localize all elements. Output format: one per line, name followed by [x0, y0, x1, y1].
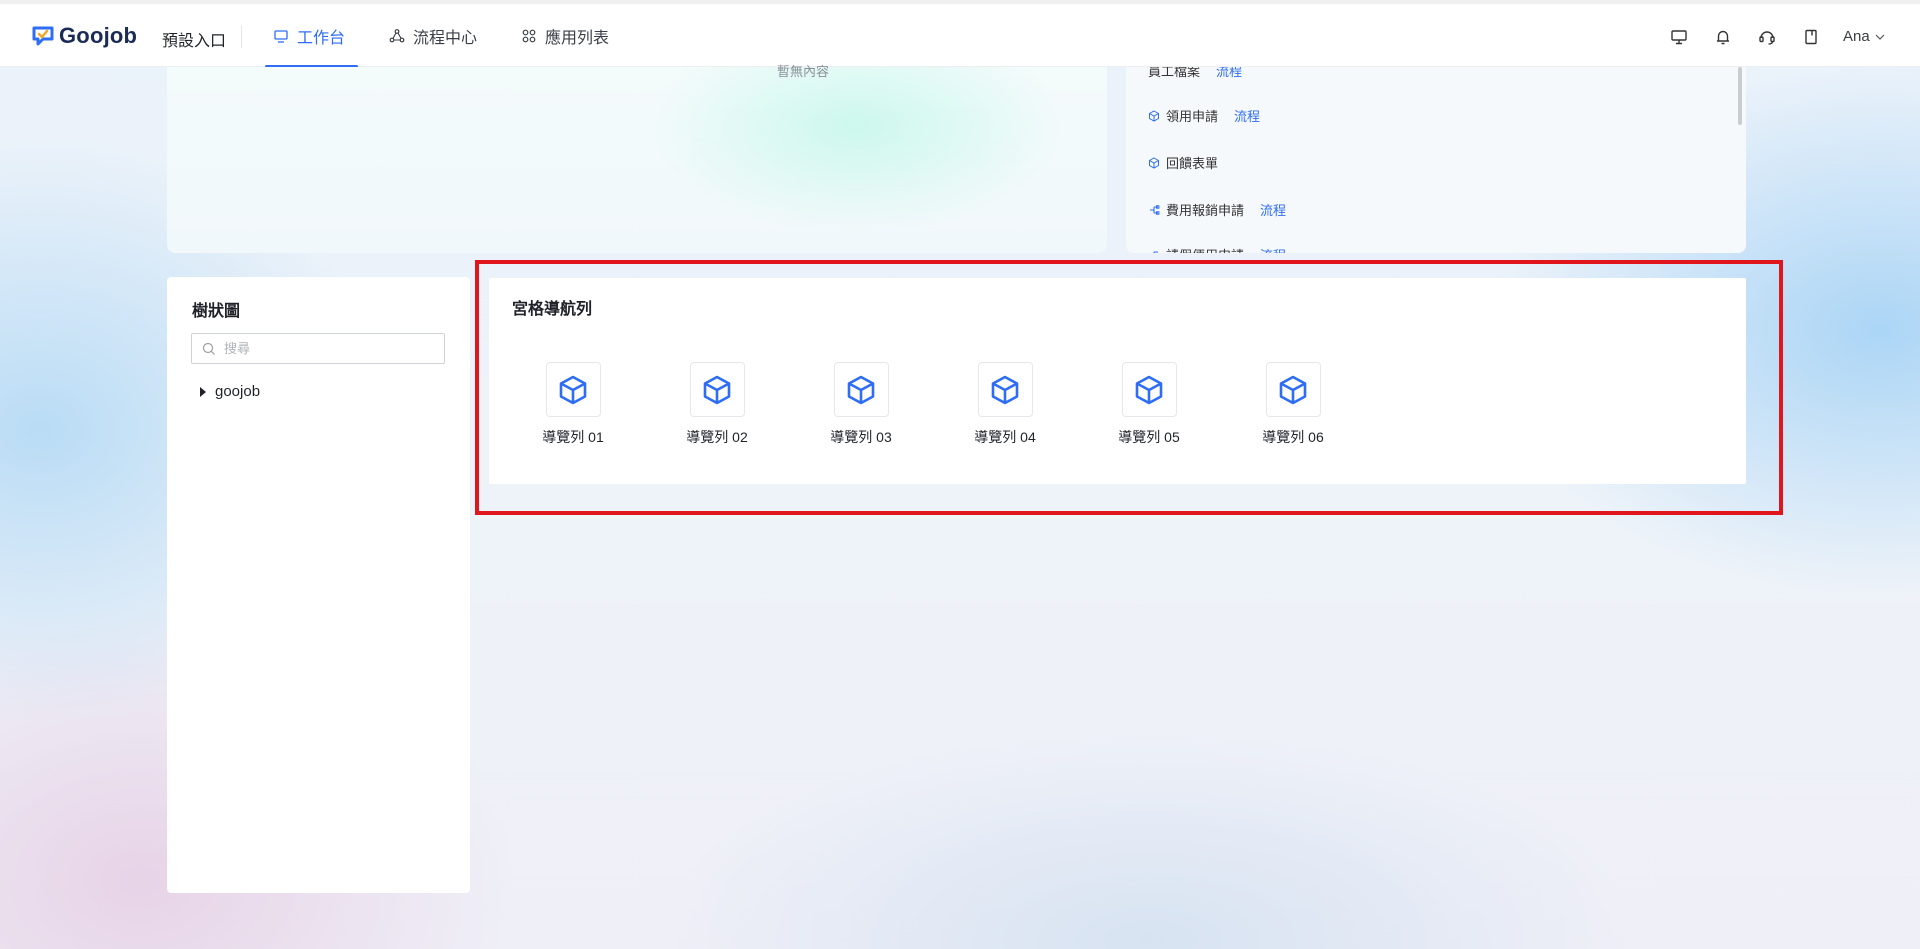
grid-nav-title: 宮格導航列 [512, 301, 593, 318]
flow-item-label: 費用報銷申請 [1166, 203, 1245, 218]
cube-icon [1121, 362, 1177, 417]
logo-mark-icon [32, 26, 54, 46]
flow-item[interactable]: 費用報銷申請 流程 [1148, 200, 1286, 219]
nav-tab-workbench[interactable]: 工作台 [265, 4, 358, 68]
cube-icon [545, 362, 601, 417]
grid-nav-item[interactable]: 導覽列 06 [1238, 362, 1348, 447]
tree-node-label: goojob [215, 383, 261, 400]
flow-tag: 流程 [1260, 203, 1287, 218]
grid-nav-item[interactable]: 導覽列 02 [662, 362, 772, 447]
chevron-down-icon [1875, 34, 1885, 40]
cube-icon [833, 362, 889, 417]
grid-nav-item-label: 導覽列 06 [1262, 429, 1324, 445]
user-name: Ana [1843, 28, 1870, 45]
grid-nav-item[interactable]: 導覽列 05 [1094, 362, 1204, 447]
nav-tab-label: 工作台 [297, 29, 346, 47]
caret-right-icon[interactable] [199, 386, 207, 397]
grid-nav-item-label: 導覽列 05 [1118, 429, 1180, 445]
flow-item[interactable]: 回饋表單 [1148, 153, 1218, 172]
flow-tag: 流程 [1234, 109, 1261, 124]
tree-view-card: 樹狀圖 goojob [167, 277, 470, 893]
flows-list-card: 員工檔案 流程 領用申請 流程 回饋表單 費用報銷申請 流程 請假便用申請 流程 [1126, 67, 1746, 253]
nav-tab-label: 流程中心 [413, 29, 478, 47]
tree-title: 樹狀圖 [192, 303, 241, 320]
flow-nodes-icon [389, 28, 405, 42]
flow-item[interactable]: 請假便用申請 流程 [1148, 245, 1286, 253]
flow-item-label: 員工檔案 [1148, 67, 1201, 79]
branch-icon [1150, 204, 1160, 215]
flow-item-label: 回饋表單 [1166, 156, 1219, 171]
cube-icon [977, 362, 1033, 417]
branch-icon [1153, 250, 1158, 253]
grid-nav-item[interactable]: 導覽列 01 [518, 362, 628, 447]
grid-nav-item-label: 導覽列 01 [542, 429, 604, 445]
tree-node-root[interactable]: goojob [199, 383, 260, 400]
entry-selector[interactable]: 預設入口 [162, 27, 226, 51]
grid-nav-item-label: 導覽列 03 [830, 429, 892, 445]
grid-nav-item[interactable]: 導覽列 03 [806, 362, 916, 447]
flow-tag: 流程 [1260, 245, 1286, 253]
flow-item-label: 領用申請 [1166, 109, 1219, 124]
desktop-icon[interactable] [1668, 26, 1690, 48]
goojob-logo[interactable]: Goojob [31, 23, 137, 49]
monitor-icon [274, 29, 288, 43]
flow-tag: 流程 [1216, 67, 1243, 79]
logo-text: Goojob [59, 23, 138, 48]
top-header: Goojob 預設入口 工作台 流程中心 應用列表 Ana [0, 0, 1920, 68]
empty-state-text: 暫無內容 [777, 64, 830, 79]
flows-scrollbar[interactable] [1738, 67, 1742, 125]
flow-item[interactable]: 員工檔案 流程 [1148, 67, 1242, 80]
bell-icon[interactable] [1712, 26, 1734, 48]
nav-tab-app-list[interactable]: 應用列表 [521, 4, 609, 67]
user-menu[interactable]: Ana [1843, 28, 1886, 45]
flow-item[interactable]: 領用申請 流程 [1148, 106, 1260, 125]
search-icon [202, 342, 215, 355]
cube-icon [689, 362, 745, 417]
grid-nav-item-label: 導覽列 02 [686, 429, 748, 445]
grid-nav-item[interactable]: 導覽列 04 [950, 362, 1060, 447]
cube-icon [1149, 156, 1159, 169]
header-divider [241, 26, 242, 48]
tree-search-input[interactable] [222, 340, 426, 357]
cube-icon [1149, 109, 1159, 122]
empty-content-card: 暫無內容 [167, 64, 1107, 253]
nav-tab-process-center[interactable]: 流程中心 [389, 4, 477, 67]
cube-icon [1265, 362, 1321, 417]
apps-grid-icon [522, 29, 536, 42]
flow-item-label: 請假便用申請 [1166, 245, 1244, 253]
grid-nav-item-label: 導覽列 04 [974, 429, 1036, 445]
grid-nav-card: 宮格導航列 導覽列 01 導覽列 02 導覽列 03 導覽列 04 導覽列 05 導覽列 … [489, 278, 1746, 484]
headset-icon[interactable] [1756, 26, 1778, 48]
bookmark-icon[interactable] [1800, 26, 1822, 48]
nav-tab-label: 應用列表 [545, 29, 610, 47]
tree-search-box[interactable] [191, 333, 445, 364]
